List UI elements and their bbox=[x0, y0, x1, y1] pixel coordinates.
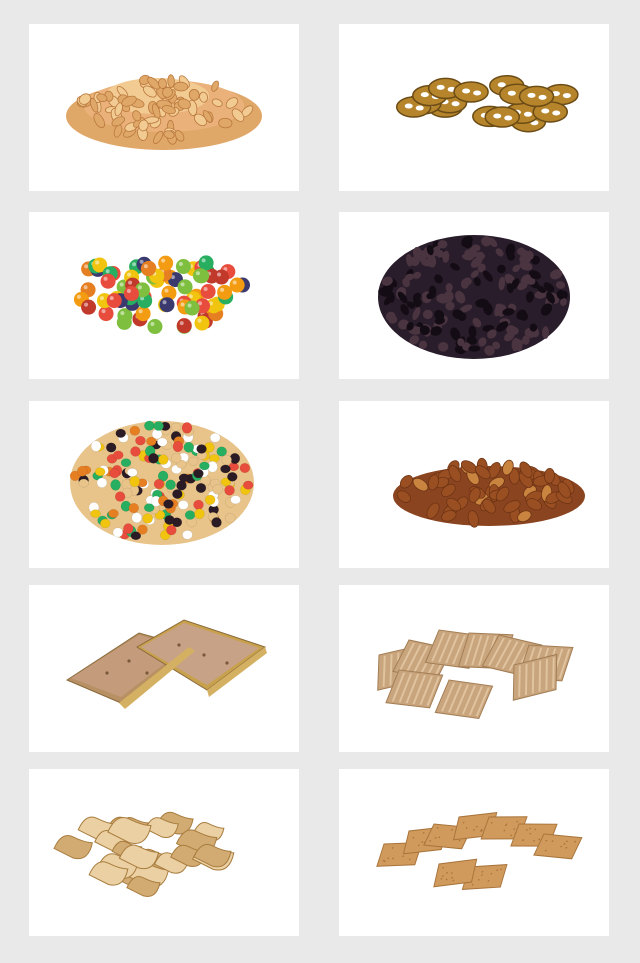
peanuts-illustration bbox=[66, 74, 262, 150]
peanuts-image[interactable] bbox=[29, 24, 299, 191]
raisins-illustration bbox=[378, 235, 570, 359]
toaster-pastries-image[interactable] bbox=[29, 585, 299, 752]
honey-peanuts-illustration bbox=[393, 457, 585, 528]
pork-rinds-image[interactable] bbox=[29, 769, 299, 936]
pork-rinds-illustration bbox=[53, 811, 235, 897]
raisins-image[interactable] bbox=[339, 212, 609, 379]
pretzel-chips-illustration bbox=[395, 74, 579, 133]
square-wheat-crackers-image[interactable] bbox=[339, 769, 609, 936]
pretzel-chips-image[interactable] bbox=[339, 24, 609, 191]
woven-wheat-crackers-image[interactable] bbox=[339, 585, 609, 752]
square-crackers-illustration bbox=[376, 812, 583, 891]
candy-illustration bbox=[73, 255, 251, 335]
trail-mix-illustration bbox=[69, 420, 254, 545]
candy-coated-chocolates-image[interactable] bbox=[29, 212, 299, 379]
trail-mix-image[interactable] bbox=[29, 401, 299, 568]
honey-roasted-peanuts-image[interactable] bbox=[339, 401, 609, 568]
image-gallery bbox=[0, 0, 640, 963]
woven-crackers-illustration bbox=[377, 629, 574, 720]
toaster-pastries-illustration bbox=[65, 619, 267, 709]
